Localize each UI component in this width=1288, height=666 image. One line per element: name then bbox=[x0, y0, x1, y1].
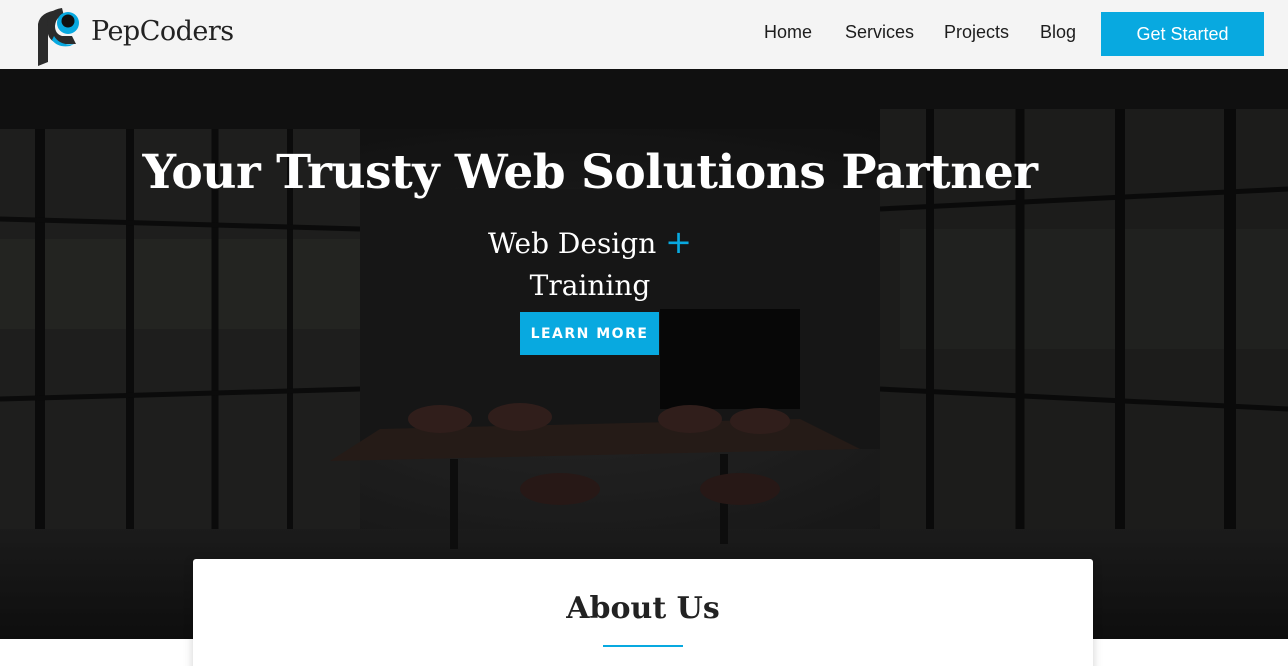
about-title-underline bbox=[603, 645, 683, 647]
nav-projects[interactable]: Projects bbox=[944, 22, 1009, 43]
get-started-button[interactable]: Get Started bbox=[1101, 12, 1264, 56]
hero-title: Your Trusty Web Solutions Partner bbox=[142, 145, 1038, 200]
plus-icon: + bbox=[665, 223, 692, 261]
learn-more-button[interactable]: LEARN MORE bbox=[520, 312, 659, 355]
pepcoders-logo-icon bbox=[38, 8, 79, 66]
hero-subtitle: Web Design + Training bbox=[0, 221, 1180, 307]
about-section: About Us bbox=[193, 559, 1093, 666]
hero-subtitle-line1: Web Design bbox=[488, 227, 657, 260]
hero-section: Your Trusty Web Solutions Partner Web De… bbox=[0, 69, 1288, 639]
nav-home[interactable]: Home bbox=[764, 22, 812, 43]
brand-name: PepCoders bbox=[91, 16, 234, 47]
brand-logo[interactable]: PepCoders bbox=[36, 6, 234, 66]
about-title: About Us bbox=[566, 591, 720, 626]
site-header: PepCoders Home Services Projects Blog Ge… bbox=[0, 0, 1288, 69]
nav-services[interactable]: Services bbox=[845, 22, 914, 43]
hero-subtitle-line2: Training bbox=[529, 269, 651, 302]
nav-blog[interactable]: Blog bbox=[1040, 22, 1076, 43]
